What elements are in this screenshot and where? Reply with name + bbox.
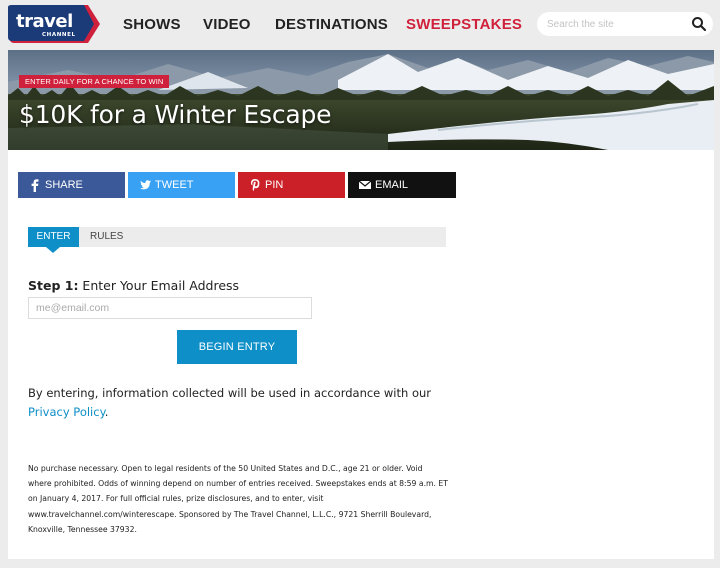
content-card: ENTER DAILY FOR A CHANCE TO WIN $10K for… bbox=[8, 50, 714, 559]
pinterest-icon bbox=[251, 179, 260, 192]
nav-video[interactable]: VIDEO bbox=[203, 16, 251, 33]
search-icon[interactable] bbox=[691, 16, 707, 32]
step-label: Enter Your Email Address bbox=[78, 278, 240, 293]
share-facebook-label: SHARE bbox=[45, 179, 83, 191]
consent-text: By entering, information collected will … bbox=[28, 384, 448, 422]
facebook-icon bbox=[31, 179, 39, 192]
entry-tabs: ENTER RULES bbox=[28, 227, 446, 253]
tab-rules[interactable]: RULES bbox=[90, 227, 123, 247]
consent-end: . bbox=[104, 405, 109, 419]
share-email-label: EMAIL bbox=[375, 179, 409, 191]
email-field[interactable] bbox=[28, 297, 312, 319]
hero-badge: ENTER DAILY FOR A CHANCE TO WIN bbox=[19, 75, 170, 88]
tab-enter[interactable]: ENTER bbox=[28, 227, 79, 253]
nav-sweepstakes[interactable]: SWEEPSTAKES bbox=[406, 16, 522, 33]
search-box bbox=[537, 12, 713, 36]
consent-body: By entering, information collected will … bbox=[28, 386, 432, 400]
nav-destinations[interactable]: DESTINATIONS bbox=[275, 16, 388, 33]
site-header: travel CHANNEL SHOWS VIDEO DESTINATIONS … bbox=[0, 0, 720, 50]
hero-title: $10K for a Winter Escape bbox=[19, 100, 332, 129]
share-email-button[interactable]: EMAIL bbox=[348, 172, 456, 198]
envelope-icon bbox=[358, 180, 372, 189]
travel-channel-logo[interactable]: travel CHANNEL bbox=[8, 5, 100, 43]
step-number: Step 1: bbox=[28, 278, 79, 293]
logo-word: travel bbox=[16, 11, 73, 32]
share-pinterest-label: PIN bbox=[265, 179, 284, 191]
nav-shows[interactable]: SHOWS bbox=[123, 16, 181, 33]
share-twitter-button[interactable]: TWEET bbox=[128, 172, 235, 198]
share-facebook-button[interactable]: SHARE bbox=[18, 172, 125, 198]
fine-print: No purchase necessary. Open to legal res… bbox=[28, 464, 448, 534]
hero-banner: ENTER DAILY FOR A CHANCE TO WIN $10K for… bbox=[8, 50, 714, 150]
share-pinterest-button[interactable]: PIN bbox=[238, 172, 345, 198]
share-twitter-label: TWEET bbox=[155, 179, 194, 191]
privacy-policy-link[interactable]: Privacy Policy bbox=[28, 405, 105, 419]
logo-sub: CHANNEL bbox=[42, 32, 76, 38]
step-heading: Step 1: Enter Your Email Address bbox=[28, 278, 239, 293]
search-input[interactable] bbox=[547, 16, 687, 32]
begin-entry-button[interactable]: BEGIN ENTRY bbox=[177, 330, 297, 364]
twitter-icon bbox=[140, 180, 151, 190]
